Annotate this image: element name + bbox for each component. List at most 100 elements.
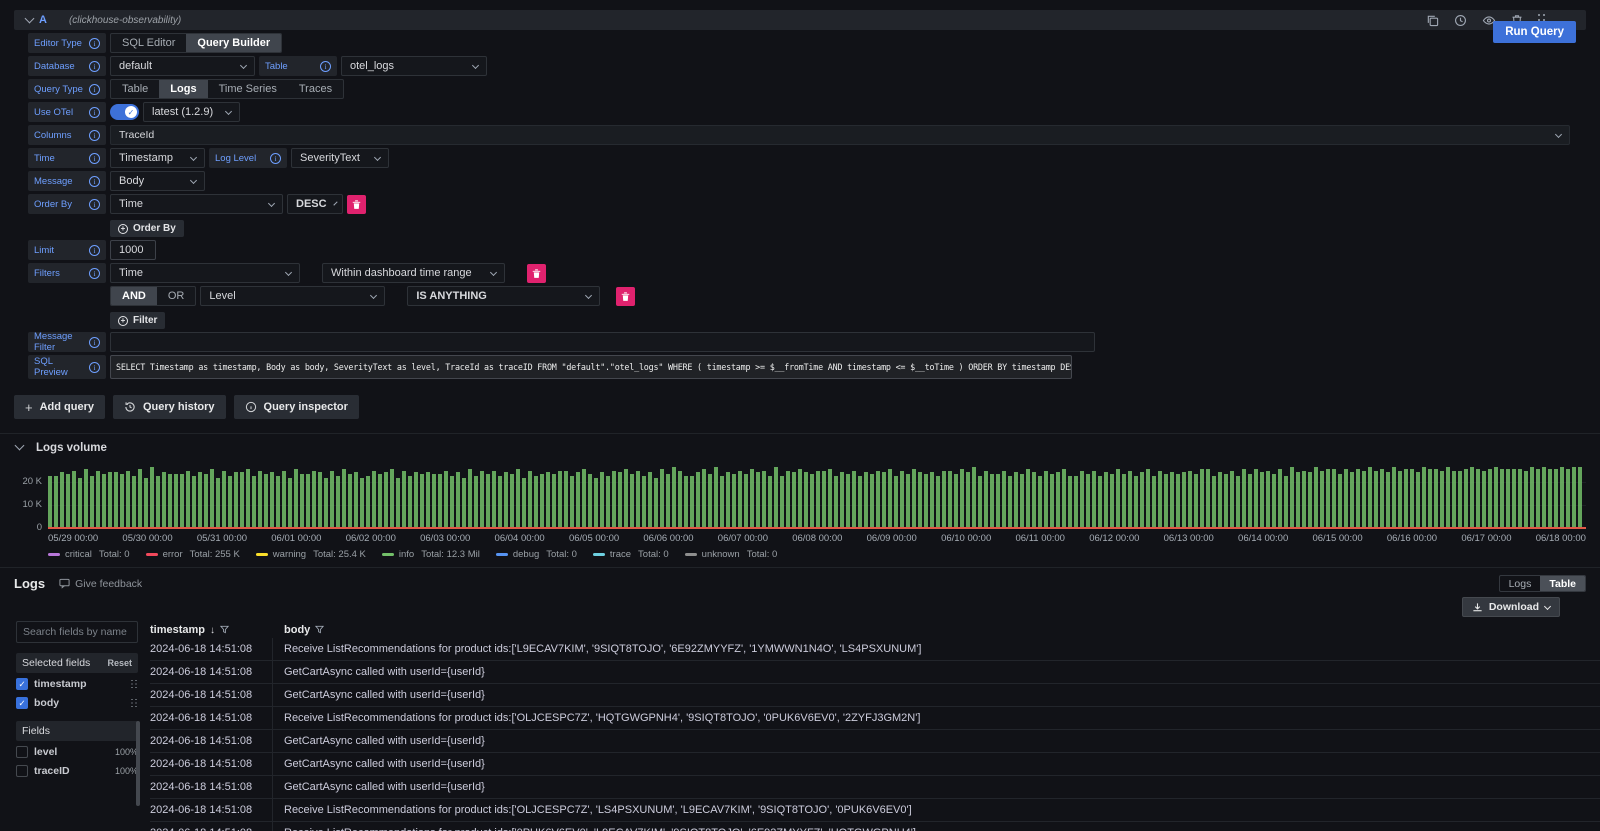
reset-fields-button[interactable]: Reset [107,658,132,668]
legend-item-critical[interactable]: criticalTotal: 0 [48,549,130,560]
sidebar-scrollbar[interactable] [136,721,140,806]
volume-bar [462,478,466,529]
info-icon[interactable] [89,199,100,210]
volume-bar [864,472,868,529]
checkbox[interactable] [16,678,28,690]
database-select[interactable]: default [110,56,255,76]
info-icon[interactable] [89,153,100,164]
sql-preview-code[interactable]: SELECT Timestamp as timestamp, Body as b… [110,355,1072,379]
info-icon[interactable] [89,84,100,95]
legend-item-warning[interactable]: warningTotal: 25.4 K [256,549,366,560]
filter2-operator-select[interactable]: IS ANYTHING [407,286,600,306]
drag-handle-icon[interactable] [131,680,138,689]
checkbox[interactable] [16,765,28,777]
bool-option-or[interactable]: OR [157,287,196,305]
legend-series-total: Total: 25.4 K [313,549,366,560]
checkbox[interactable] [16,697,28,709]
add-query-button[interactable]: +Add query [14,395,105,419]
add-order-by-button[interactable]: +Order By [110,220,184,237]
query-type-option-time-series[interactable]: Time Series [208,80,288,98]
query-type-option-traces[interactable]: Traces [288,80,343,98]
volume-bar [984,471,988,530]
volume-bar [1440,471,1444,530]
filter2-field-select[interactable]: Level [200,286,385,306]
available-field-traceID[interactable]: traceID100% [16,763,138,779]
info-icon[interactable] [89,61,100,72]
volume-bar [1308,472,1312,529]
filter1-field-select[interactable]: Time [110,263,300,283]
volume-bar [102,474,106,529]
editor-type-option-sql-editor[interactable]: SQL Editor [111,34,186,52]
message-column-select[interactable]: Body [110,171,205,191]
volume-bar [1104,472,1108,529]
remove-filter1-button[interactable] [527,264,546,283]
view-option-table[interactable]: Table [1540,576,1585,591]
table-row: 2024-06-18 14:51:08Receive ListRecommend… [150,799,1600,822]
info-icon[interactable] [89,268,100,279]
editor-type-option-query-builder[interactable]: Query Builder [186,34,281,52]
volume-bar [900,471,904,530]
info-icon[interactable] [89,337,100,348]
info-icon[interactable] [320,61,331,72]
remove-order-by-button[interactable] [347,195,366,214]
selected-field-timestamp[interactable]: timestamp [16,676,138,692]
filter-funnel-icon[interactable] [315,625,324,634]
volume-bar [174,474,178,529]
query-type-option-table[interactable]: Table [111,80,159,98]
otel-version-select[interactable]: latest (1.2.9) [143,102,240,122]
info-icon[interactable] [89,38,100,49]
limit-input[interactable]: 1000 [110,240,156,260]
info-icon[interactable] [89,176,100,187]
download-button[interactable]: Download [1462,597,1560,617]
column-header-timestamp[interactable]: timestamp [150,624,272,636]
view-option-logs[interactable]: Logs [1500,576,1541,591]
info-icon[interactable] [89,362,100,373]
checkbox[interactable] [16,746,28,758]
info-icon[interactable] [89,107,100,118]
sort-desc-icon[interactable] [210,624,215,636]
volume-bar [492,471,496,530]
order-by-direction-select[interactable]: DESC [287,194,343,214]
logs-volume-header[interactable]: Logs volume [14,439,1586,457]
use-otel-toggle[interactable]: ✓ [110,104,139,120]
volume-bar [468,469,472,529]
x-tick-label: 06/18 00:00 [1536,533,1586,544]
info-icon[interactable] [270,153,281,164]
give-feedback-link[interactable]: Give feedback [59,578,142,590]
message-filter-input[interactable] [110,332,1095,352]
info-icon[interactable] [89,130,100,141]
legend-item-unknown[interactable]: unknownTotal: 0 [685,549,778,560]
time-column-select[interactable]: Timestamp [110,148,205,168]
search-fields-input[interactable] [16,621,138,643]
legend-color-swatch [48,553,60,556]
history-icon[interactable] [1454,14,1467,27]
order-by-field-select[interactable]: Time [110,194,283,214]
legend-series-total: Total: 12.3 Mil [421,549,480,560]
drag-handle-icon[interactable] [131,699,138,708]
available-field-level[interactable]: level100% [16,744,138,760]
info-icon[interactable] [89,245,100,256]
query-type-option-logs[interactable]: Logs [159,80,207,98]
legend-item-debug[interactable]: debugTotal: 0 [496,549,577,560]
query-inspector-button[interactable]: Query inspector [234,395,359,419]
add-filter-button[interactable]: +Filter [110,312,165,329]
volume-bar [1530,467,1534,529]
column-header-body[interactable]: body [272,624,1600,636]
legend-item-trace[interactable]: traceTotal: 0 [593,549,669,560]
filter-funnel-icon[interactable] [220,625,229,634]
volume-bar [756,472,760,529]
collapse-caret-icon[interactable] [25,14,35,24]
volume-bar [138,469,142,529]
filter1-operator-select[interactable]: Within dashboard time range [322,263,505,283]
log-level-column-select[interactable]: SeverityText [291,148,389,168]
duplicate-icon[interactable] [1426,14,1439,27]
legend-item-info[interactable]: infoTotal: 12.3 Mil [382,549,480,560]
legend-item-error[interactable]: errorTotal: 255 K [146,549,240,560]
selected-field-body[interactable]: body [16,695,138,711]
cell-timestamp: 2024-06-18 14:51:08 [150,712,272,724]
remove-filter2-button[interactable] [616,287,635,306]
bool-option-and[interactable]: AND [111,287,157,305]
query-history-button[interactable]: Query history [113,395,226,419]
table-select[interactable]: otel_logs [341,56,487,76]
columns-multiselect[interactable]: TraceId [110,125,1570,145]
